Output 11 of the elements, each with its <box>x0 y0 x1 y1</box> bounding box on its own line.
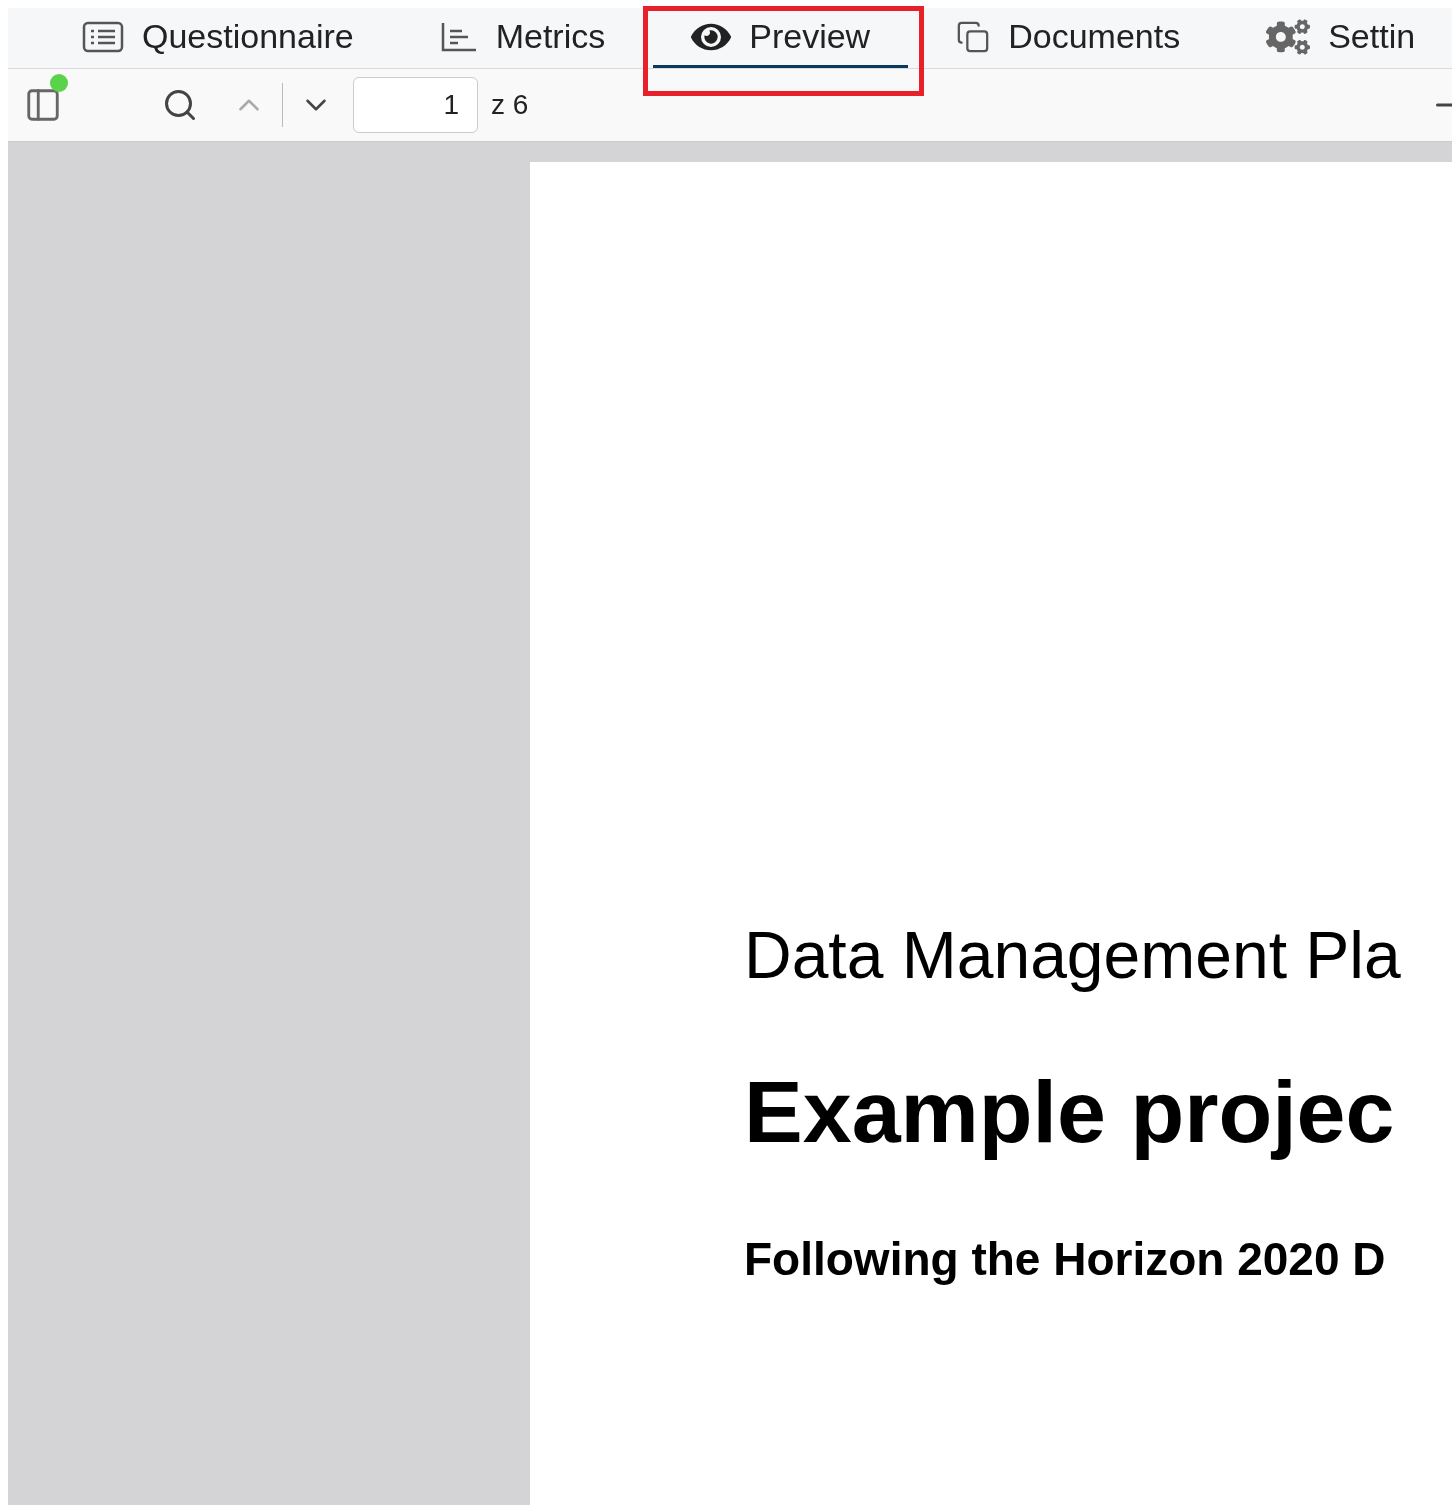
tab[interactable]: Questionnaire <box>44 8 392 68</box>
page-number-field[interactable]: 1 <box>353 77 478 133</box>
list-icon <box>82 20 124 53</box>
page-count: z 6 <box>491 88 529 122</box>
bar-chart-icon <box>439 20 478 53</box>
copy-icon <box>956 19 991 54</box>
tab[interactable]: Metrics <box>401 8 644 68</box>
search-icon[interactable] <box>162 87 198 123</box>
sidebar-toggle-icon[interactable] <box>24 86 62 124</box>
tab[interactable]: Settin <box>1228 8 1452 68</box>
tab[interactable]: Documents <box>918 8 1219 68</box>
